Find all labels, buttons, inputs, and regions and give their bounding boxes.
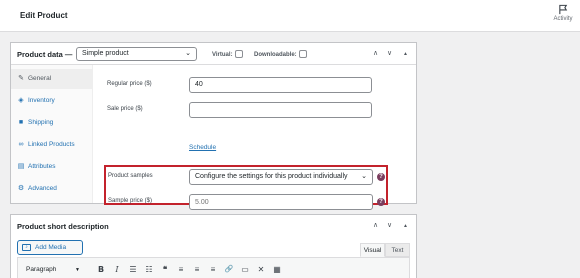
product-data-title: Product data — [17, 50, 73, 59]
collapse-icon[interactable]: ▲ [403, 51, 408, 57]
regular-price-label: Regular price ($) [107, 81, 152, 87]
top-bar: Edit Product Activity [0, 0, 580, 32]
product-samples-value: Configure the settings for this product … [195, 173, 348, 180]
media-icon: ♪ [22, 244, 31, 251]
editor-toolbar: Paragraph ▼ B I ☰ ☷ ❝ ≡ ≡ ≡ 🔗 ▭ ✕ ▦ [17, 257, 410, 278]
chevron-down-icon: ▼ [75, 267, 80, 273]
gear-icon: ⚙ [17, 185, 25, 192]
tab-visual[interactable]: Visual [360, 243, 385, 257]
product-data-body: ✎ General ◈ Inventory ■ Shipping ∞ Linke… [11, 65, 416, 210]
align-left-button[interactable]: ≡ [176, 264, 186, 276]
tab-label: General [28, 75, 52, 82]
table-icon: ▤ [17, 163, 25, 170]
truck-icon: ■ [18, 119, 24, 126]
sample-price-label: Sample price ($) [108, 198, 153, 204]
tag-icon: ◈ [18, 97, 24, 104]
format-select[interactable]: Paragraph ▼ [24, 264, 84, 276]
general-tab-content: Regular price ($) 40 Sale price ($) Sche… [93, 65, 416, 210]
product-samples-select[interactable]: Configure the settings for this product … [189, 169, 373, 185]
chevron-down-icon: ⌄ [185, 50, 191, 57]
page-title: Edit Product [20, 11, 68, 20]
product-data-tabs: ✎ General ◈ Inventory ■ Shipping ∞ Linke… [11, 65, 93, 203]
tab-label: Linked Products [28, 141, 75, 148]
sale-price-input[interactable] [189, 102, 372, 118]
sale-price-label: Sale price ($) [107, 106, 143, 112]
tab-inventory[interactable]: ◈ Inventory [11, 91, 93, 111]
help-icon[interactable]: ? [377, 198, 385, 206]
product-type-value: Simple product [82, 50, 129, 57]
help-icon[interactable]: ? [377, 173, 385, 181]
insert-link-button[interactable]: 🔗 [224, 264, 234, 276]
tab-linked-products[interactable]: ∞ Linked Products [11, 135, 93, 155]
blockquote-button[interactable]: ❝ [160, 264, 170, 276]
flag-icon [558, 4, 567, 15]
short-description-header: Product short description ∧ ∨ ▲ [11, 215, 416, 237]
virtual-option: Virtual: [212, 50, 243, 58]
move-down-icon[interactable]: ∨ [387, 49, 392, 57]
move-down-icon[interactable]: ∨ [387, 221, 392, 229]
bold-button[interactable]: B [96, 264, 106, 276]
short-description-title: Product short description [17, 222, 109, 231]
product-samples-label: Product samples [108, 173, 153, 179]
fullscreen-button[interactable]: ✕ [256, 264, 266, 276]
tab-label: Shipping [28, 119, 54, 126]
link-icon: ∞ [18, 141, 24, 148]
activity-label: Activity [553, 16, 573, 22]
bullet-list-button[interactable]: ☰ [128, 264, 138, 276]
chevron-down-icon: ⌄ [361, 173, 367, 180]
add-media-label: Add Media [35, 244, 67, 251]
virtual-checkbox[interactable] [234, 50, 243, 58]
add-media-button[interactable]: ♪ Add Media [17, 240, 83, 255]
collapse-icon[interactable]: ▲ [403, 223, 408, 229]
downloadable-option: Downloadable: [254, 50, 307, 58]
move-up-icon[interactable]: ∧ [373, 49, 378, 57]
align-center-button[interactable]: ≡ [192, 264, 202, 276]
move-up-icon[interactable]: ∧ [373, 221, 378, 229]
tab-text[interactable]: Text [385, 243, 410, 257]
tab-label: Inventory [28, 97, 55, 104]
product-data-header: Product data — Simple product ⌄ Virtual:… [11, 43, 416, 65]
wrench-icon: ✎ [18, 75, 24, 82]
tab-label: Advanced [28, 185, 57, 192]
format-select-value: Paragraph [26, 266, 57, 273]
regular-price-input[interactable]: 40 [189, 77, 372, 93]
activity-button[interactable]: Activity [549, 4, 577, 22]
schedule-link[interactable]: Schedule [189, 144, 216, 151]
downloadable-checkbox[interactable] [298, 50, 307, 58]
tab-attributes[interactable]: ▤ Attributes [11, 157, 93, 177]
sample-price-input[interactable] [189, 194, 373, 210]
read-more-button[interactable]: ▭ [240, 264, 250, 276]
product-data-panel: Product data — Simple product ⌄ Virtual:… [10, 42, 417, 210]
downloadable-label: Downloadable: [254, 52, 297, 58]
virtual-label: Virtual: [212, 52, 233, 58]
numbered-list-button[interactable]: ☷ [144, 264, 154, 276]
tab-shipping[interactable]: ■ Shipping [11, 113, 93, 133]
tab-advanced[interactable]: ⚙ Advanced [11, 179, 93, 199]
tab-general[interactable]: ✎ General [11, 69, 93, 89]
italic-button[interactable]: I [112, 264, 122, 276]
toolbar-toggle-button[interactable]: ▦ [272, 264, 282, 276]
align-right-button[interactable]: ≡ [208, 264, 218, 276]
short-description-panel: Product short description ∧ ∨ ▲ ♪ Add Me… [10, 214, 417, 278]
product-type-select[interactable]: Simple product ⌄ [76, 47, 197, 61]
tab-label: Attributes [28, 163, 56, 170]
